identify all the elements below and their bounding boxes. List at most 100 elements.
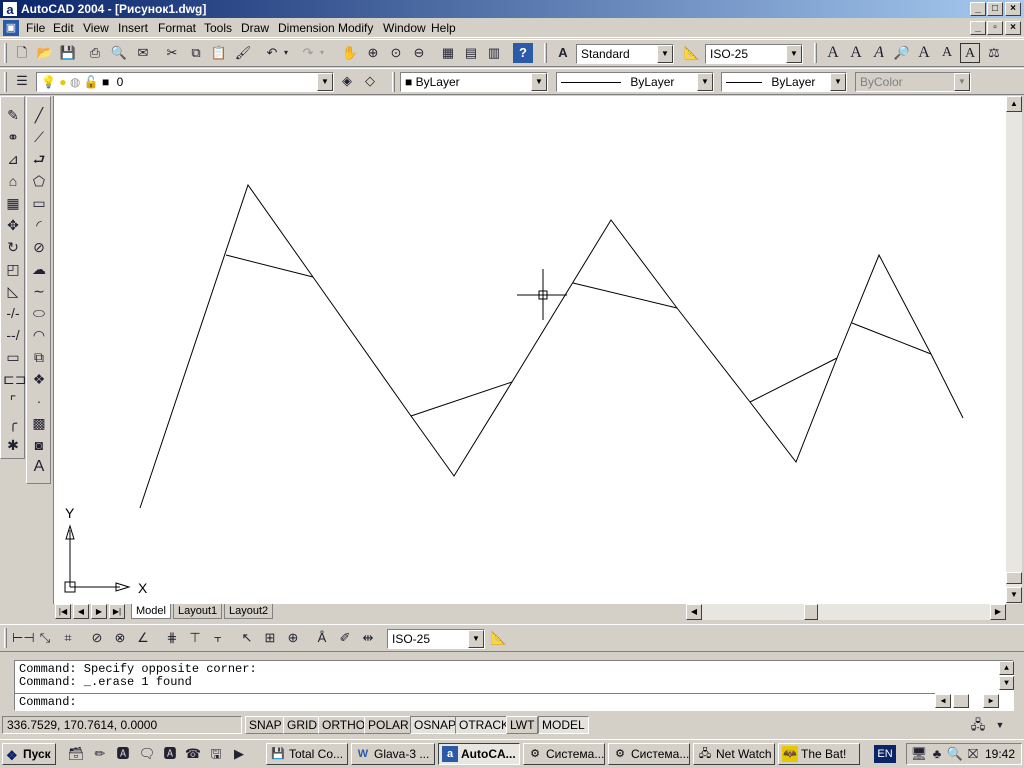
print-icon[interactable]: ⎙ [85, 43, 105, 63]
minimize-button[interactable]: _ [970, 2, 986, 16]
chevron-down-icon[interactable]: ▼ [697, 73, 713, 91]
ellipse-icon[interactable]: ⬭ [29, 303, 49, 323]
osnap-toggle[interactable]: OSNAP [410, 716, 461, 734]
communication-center-icon[interactable]: 🖧 [968, 715, 988, 735]
zoom-window-icon[interactable]: ⊙ [386, 43, 406, 63]
menu-draw[interactable]: Draw [241, 21, 269, 35]
tab-layout2[interactable]: Layout2 [224, 604, 274, 619]
offset-icon[interactable]: ⌂ [3, 171, 23, 191]
rectangle-icon[interactable]: ▭ [29, 193, 49, 213]
quick-leader-icon[interactable]: ↖ [237, 628, 257, 648]
hscroll-thumb[interactable] [804, 604, 818, 620]
tab-model[interactable]: Model [131, 604, 171, 619]
polar-toggle[interactable]: POLAR [364, 716, 413, 734]
properties-icon[interactable]: ▦ [438, 43, 458, 63]
dim-style-select[interactable]: ISO-25 ▼ [705, 44, 803, 64]
dimension-update-icon[interactable]: ⇹ [358, 628, 378, 648]
task-total-commander[interactable]: 💾 Total Co... [266, 743, 348, 765]
menu-help[interactable]: Help [431, 21, 456, 35]
center-mark-icon[interactable]: ⊕ [283, 628, 303, 648]
lwt-toggle[interactable]: LWT [506, 716, 539, 734]
menu-file[interactable]: File [26, 21, 45, 35]
toolbar-grip[interactable] [4, 72, 7, 92]
design-center-icon[interactable]: ▤ [461, 43, 481, 63]
new-file-icon[interactable]: 🗋 [12, 43, 32, 63]
model-toggle[interactable]: MODEL [538, 716, 589, 734]
status-menu-icon[interactable]: ▼ [990, 715, 1010, 735]
scroll-left-button[interactable]: ◀ [686, 604, 702, 620]
chevron-down-icon[interactable]: ▼ [531, 73, 547, 91]
quicklaunch-icon[interactable]: 🅰 [160, 744, 180, 764]
dimension-edit-icon[interactable]: Å [312, 628, 332, 648]
close-button[interactable]: × [1005, 2, 1021, 16]
scale-text-icon[interactable]: A [937, 43, 957, 63]
task-the-bat[interactable]: 🦇 The Bat! [778, 743, 860, 765]
array-icon[interactable]: ▦ [3, 193, 23, 213]
hatch-icon[interactable]: ▩ [29, 413, 49, 433]
ordinate-dimension-icon[interactable]: ⌗ [58, 628, 78, 648]
revision-cloud-icon[interactable]: ☁ [29, 259, 49, 279]
vertical-scrollbar[interactable]: ▲ ▼ [1006, 96, 1022, 604]
toolbar-grip[interactable] [4, 628, 7, 648]
toolbar-grip[interactable] [4, 43, 7, 63]
circle-icon[interactable]: ⊘ [29, 237, 49, 257]
tray-app-icon[interactable]: ♣ [927, 744, 947, 764]
text-style-manager-icon[interactable]: A [914, 43, 934, 63]
arc-icon[interactable]: ◜ [29, 215, 49, 235]
command-prompt[interactable]: Command: [19, 695, 77, 709]
autocad-app-icon[interactable]: a [2, 1, 18, 17]
clock[interactable]: 19:42 [985, 747, 1015, 761]
menu-view[interactable]: View [83, 21, 109, 35]
erase-icon[interactable]: ✎ [3, 105, 23, 125]
task-system-2[interactable]: ⚙ Система... [608, 743, 690, 765]
cmd-hscroll-thumb[interactable] [953, 694, 969, 708]
chord-line[interactable] [851, 322, 932, 355]
doc-restore-button[interactable]: ▫ [987, 21, 1003, 35]
layer-previous-icon[interactable]: ◇ [360, 71, 380, 91]
task-net-watch[interactable]: 🖧 Net Watch [693, 743, 775, 765]
toolbar-grip[interactable] [814, 43, 817, 63]
continue-dimension-icon[interactable]: ⫟ [208, 628, 228, 648]
undo-dropdown-icon[interactable]: ▾ [280, 43, 292, 63]
make-object-layer-current-icon[interactable]: ◈ [337, 71, 357, 91]
chevron-down-icon[interactable]: ▼ [657, 45, 673, 63]
radius-dimension-icon[interactable]: ⊘ [87, 628, 107, 648]
chevron-down-icon[interactable]: ▼ [468, 630, 484, 648]
quicklaunch-icon[interactable]: ▶ [229, 744, 249, 764]
menu-edit[interactable]: Edit [53, 21, 74, 35]
otrack-toggle[interactable]: OTRACK [455, 716, 514, 734]
tray-search-icon[interactable]: 🔍 [945, 744, 965, 764]
cmd-scroll-up-button[interactable]: ▲ [999, 661, 1014, 675]
linetype-select[interactable]: ByLayer ▼ [556, 72, 714, 92]
dim-style-control[interactable]: ISO-25 ▼ [387, 629, 485, 649]
dimension-style-icon[interactable]: 📐 [489, 628, 509, 648]
menu-insert[interactable]: Insert [118, 21, 148, 35]
dimension-style-icon[interactable]: 📐 [682, 43, 702, 63]
copy-icon[interactable]: ⧉ [186, 43, 206, 63]
justify-text-icon[interactable]: A [960, 43, 980, 63]
paste-icon[interactable]: 📋 [209, 43, 229, 63]
move-icon[interactable]: ✥ [3, 215, 23, 235]
diameter-dimension-icon[interactable]: ⊗ [110, 628, 130, 648]
save-icon[interactable]: 💾 [58, 43, 78, 63]
dimension-text-edit-icon[interactable]: ✐ [335, 628, 355, 648]
undo-icon[interactable]: ↶ [262, 43, 282, 63]
chevron-down-icon[interactable]: ▼ [786, 45, 802, 63]
scroll-down-button[interactable]: ▼ [1006, 587, 1022, 603]
quicklaunch-icon[interactable]: 🅰 [113, 744, 133, 764]
doc-minimize-button[interactable]: _ [970, 21, 986, 35]
tab-next-button[interactable]: ▶ [91, 604, 107, 619]
cut-icon[interactable]: ✂ [162, 43, 182, 63]
extend-icon[interactable]: --/ [3, 325, 23, 345]
ortho-toggle[interactable]: ORTHO [318, 716, 370, 734]
tab-prev-button[interactable]: ◀ [73, 604, 89, 619]
copy-object-icon[interactable]: ⚭ [3, 127, 23, 147]
ellipse-arc-icon[interactable]: ◠ [29, 325, 49, 345]
tray-network-icon[interactable]: 🖥 [909, 744, 929, 764]
title-bar[interactable]: a AutoCAD 2004 - [Рисунок1.dwg] _ □ × [0, 0, 1024, 18]
coordinate-readout[interactable]: 336.7529, 170.7614, 0.0000 [2, 716, 242, 734]
break-at-point-icon[interactable]: ▭ [3, 347, 23, 367]
doc-close-button[interactable]: × [1005, 21, 1021, 35]
horizontal-scrollbar[interactable]: ◀ ▶ [686, 604, 1006, 620]
print-preview-icon[interactable]: 🔍 [109, 43, 129, 63]
